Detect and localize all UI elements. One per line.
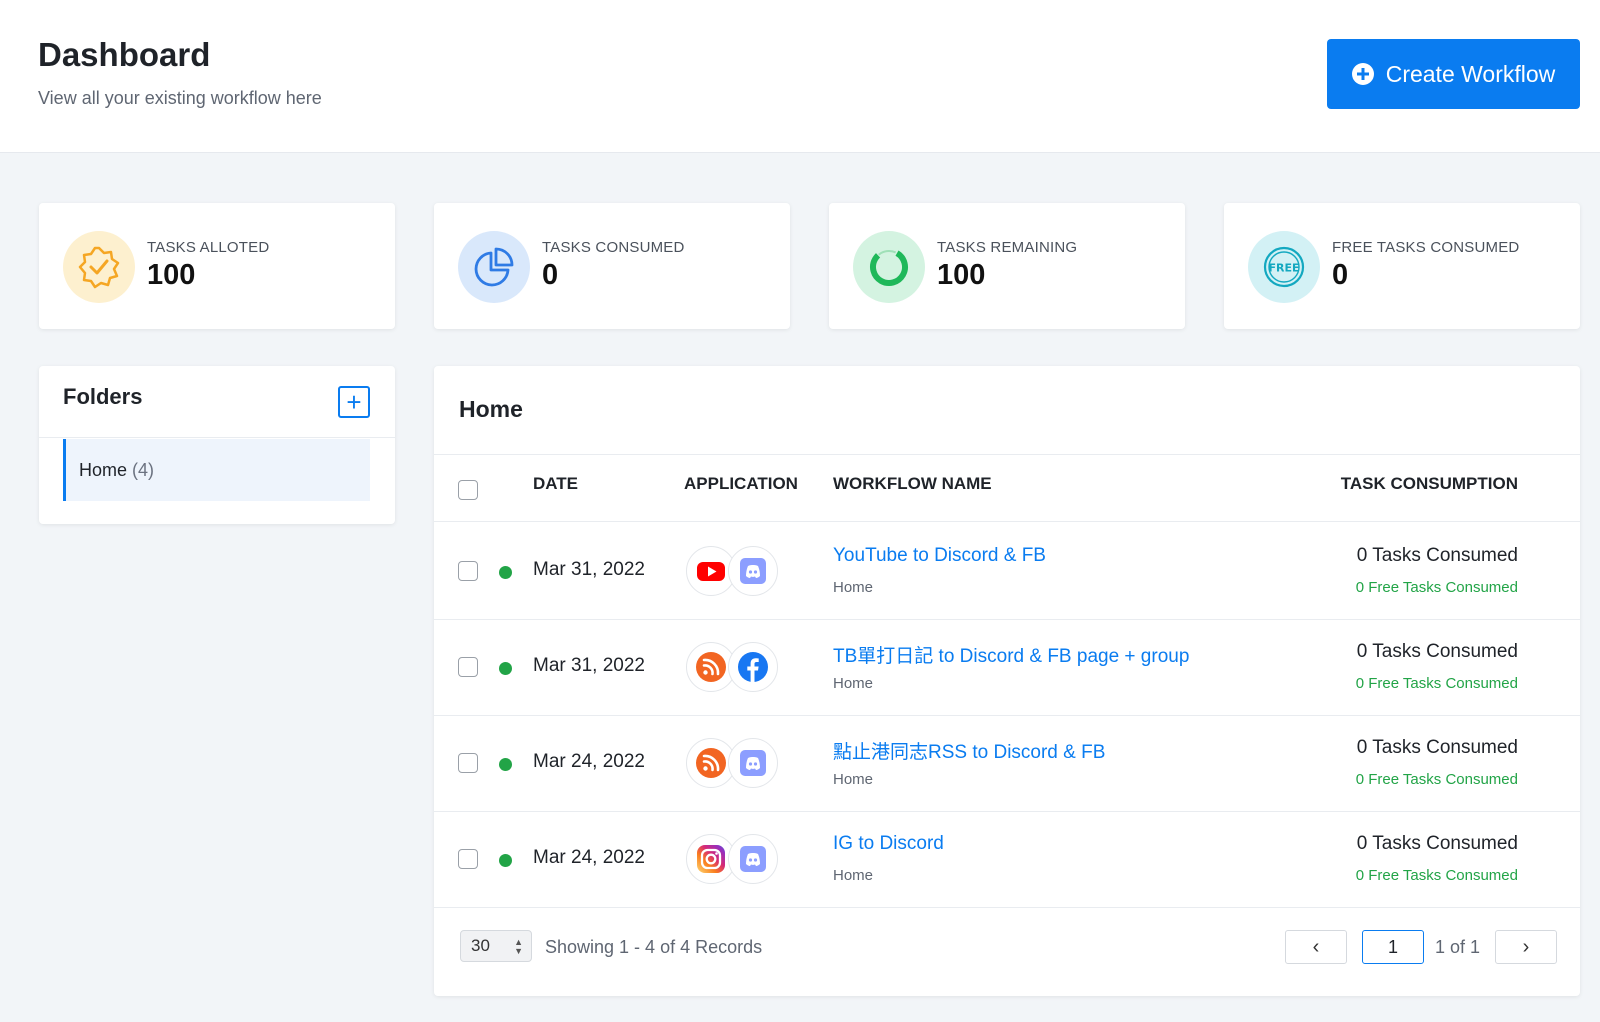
workflow-name-link[interactable]: YouTube to Discord & FB bbox=[833, 545, 1046, 567]
tasks-consumed: 0 Tasks Consumed bbox=[1356, 833, 1518, 854]
row-checkbox[interactable] bbox=[458, 561, 478, 581]
divider bbox=[434, 907, 1580, 908]
stat-label: FREE TASKS CONSUMED bbox=[1332, 239, 1520, 256]
chevron-left-icon: ‹ bbox=[1312, 935, 1320, 958]
stat-card-tasks-consumed: TASKS CONSUMED 0 bbox=[434, 203, 790, 329]
facebook-icon bbox=[728, 642, 778, 692]
discord-icon bbox=[728, 546, 778, 596]
table-row: Mar 24, 2022 IG to Discord Home 0 Tasks … bbox=[434, 811, 1580, 907]
workflow-name-link[interactable]: IG to Discord bbox=[833, 833, 944, 855]
row-date: Mar 31, 2022 bbox=[533, 655, 645, 676]
folder-name: Home bbox=[79, 459, 128, 480]
stat-value: 0 bbox=[1332, 259, 1349, 291]
add-folder-button[interactable]: + bbox=[338, 386, 370, 418]
workflow-name-link[interactable]: 點止港同志RSS to Discord & FB bbox=[833, 737, 1105, 764]
folder-item-home[interactable]: Home (4) bbox=[63, 439, 370, 501]
page-header: Dashboard View all your existing workflo… bbox=[0, 0, 1600, 153]
divider bbox=[434, 454, 1580, 455]
stat-label: TASKS ALLOTED bbox=[147, 239, 270, 256]
plus-icon: + bbox=[346, 387, 362, 417]
row-checkbox[interactable] bbox=[458, 657, 478, 677]
tasks-consumed: 0 Tasks Consumed bbox=[1356, 737, 1518, 758]
workflow-folder: Home bbox=[833, 867, 874, 884]
divider bbox=[39, 437, 395, 438]
workflow-name-link[interactable]: TB單打日記 to Discord & FB page + group bbox=[833, 641, 1189, 668]
tasks-consumed: 0 Tasks Consumed bbox=[1356, 545, 1518, 566]
column-header-workflow-name[interactable]: WORKFLOW NAME bbox=[833, 474, 992, 494]
pie-chart-icon bbox=[458, 231, 530, 303]
folder-count: (4) bbox=[132, 459, 155, 480]
stat-card-tasks-remaining: TASKS REMAINING 100 bbox=[829, 203, 1185, 329]
status-active-dot bbox=[499, 854, 512, 867]
divider bbox=[434, 521, 1580, 522]
free-badge-icon: FREE bbox=[1248, 231, 1320, 303]
row-date: Mar 24, 2022 bbox=[533, 847, 645, 868]
per-page-select[interactable]: 30 ▲ ▼ bbox=[460, 930, 532, 962]
next-page-button[interactable]: › bbox=[1495, 930, 1557, 964]
chevron-right-icon: › bbox=[1522, 935, 1530, 958]
records-summary: Showing 1 - 4 of 4 Records bbox=[545, 937, 763, 957]
page-title: Dashboard bbox=[38, 36, 211, 73]
tasks-consumed: 0 Tasks Consumed bbox=[1356, 641, 1518, 662]
select-all-checkbox[interactable] bbox=[458, 480, 478, 500]
column-header-task-consumption[interactable]: TASK CONSUMPTION bbox=[1341, 474, 1518, 494]
folder-title: Home bbox=[459, 396, 523, 422]
stat-label: TASKS CONSUMED bbox=[542, 239, 685, 256]
stat-label: TASKS REMAINING bbox=[937, 239, 1078, 256]
create-workflow-label: Create Workflow bbox=[1385, 60, 1556, 87]
per-page-value: 30 bbox=[471, 936, 490, 955]
plus-circle-icon bbox=[1351, 63, 1374, 85]
stat-value: 0 bbox=[542, 259, 559, 291]
progress-ring-icon bbox=[853, 231, 925, 303]
row-checkbox[interactable] bbox=[458, 849, 478, 869]
row-checkbox[interactable] bbox=[458, 753, 478, 773]
table-row: Mar 24, 2022 點止港同志RSS to Discord & FB Ho… bbox=[434, 715, 1580, 811]
badge-check-icon bbox=[63, 231, 135, 303]
free-tasks-consumed: 0 Free Tasks Consumed bbox=[1355, 579, 1518, 596]
free-tasks-consumed: 0 Free Tasks Consumed bbox=[1355, 867, 1518, 884]
row-date: Mar 31, 2022 bbox=[533, 559, 645, 580]
workflow-folder: Home bbox=[833, 579, 874, 596]
prev-page-button[interactable]: ‹ bbox=[1285, 930, 1347, 964]
stat-card-free-tasks-consumed: FREE FREE TASKS CONSUMED 0 bbox=[1224, 203, 1580, 329]
page-subtitle: View all your existing workflow here bbox=[38, 88, 322, 108]
folders-panel: Folders + Home (4) bbox=[39, 366, 395, 524]
page-number-input[interactable] bbox=[1362, 930, 1424, 964]
page-of-label: 1 of 1 bbox=[1435, 937, 1481, 957]
stat-value: 100 bbox=[147, 259, 196, 291]
status-active-dot bbox=[499, 662, 512, 675]
folders-title: Folders bbox=[63, 384, 143, 409]
status-active-dot bbox=[499, 566, 512, 579]
select-arrows-icon: ▲ ▼ bbox=[514, 937, 523, 956]
free-tasks-consumed: 0 Free Tasks Consumed bbox=[1355, 675, 1518, 692]
workflow-table-panel: Home DATE APPLICATION WORKFLOW NAME TASK… bbox=[434, 366, 1580, 996]
stat-value: 100 bbox=[937, 259, 986, 291]
table-row: Mar 31, 2022 YouTube to Discord & FB Hom… bbox=[434, 523, 1580, 619]
svg-text:FREE: FREE bbox=[1268, 262, 1299, 275]
stat-card-tasks-alloted: TASKS ALLOTED 100 bbox=[39, 203, 395, 329]
discord-icon bbox=[728, 834, 778, 884]
workflow-folder: Home bbox=[833, 771, 874, 788]
discord-icon bbox=[728, 738, 778, 788]
workflow-folder: Home bbox=[833, 675, 874, 692]
create-workflow-button[interactable]: Create Workflow bbox=[1327, 39, 1580, 109]
free-tasks-consumed: 0 Free Tasks Consumed bbox=[1355, 771, 1518, 788]
table-row: Mar 31, 2022 TB單打日記 to Discord & FB page… bbox=[434, 619, 1580, 715]
row-date: Mar 24, 2022 bbox=[533, 751, 645, 772]
column-header-application[interactable]: APPLICATION bbox=[684, 474, 798, 494]
column-header-date[interactable]: DATE bbox=[533, 474, 578, 494]
status-active-dot bbox=[499, 758, 512, 771]
